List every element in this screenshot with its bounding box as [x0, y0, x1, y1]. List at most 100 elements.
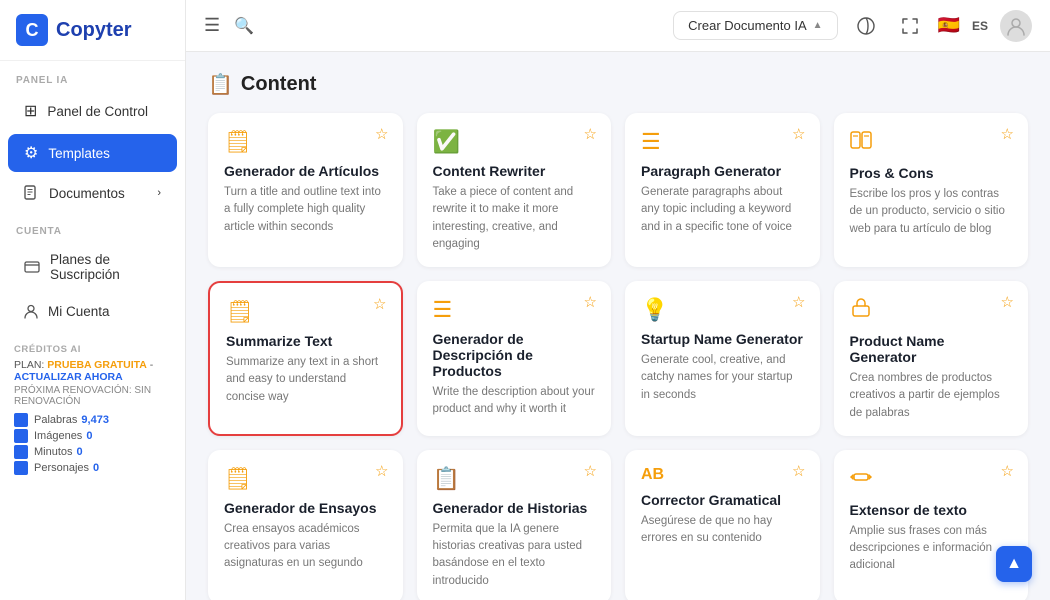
credit-row-minutos: Minutos 0 — [14, 445, 171, 459]
hamburger-icon[interactable]: ☰ — [204, 15, 220, 36]
star-icon-content-rewriter[interactable]: ☆ — [584, 125, 597, 143]
card-title-corrector-gram: Corrector Gramatical — [641, 492, 804, 508]
language-label[interactable]: ES — [972, 19, 988, 33]
sidebar-item-documentos-label: Documentos — [49, 186, 125, 201]
cuenta-section-label: CUENTA — [0, 212, 185, 241]
star-icon-gen-historias[interactable]: ☆ — [584, 462, 597, 480]
star-icon-gen-descripcion[interactable]: ☆ — [584, 293, 597, 311]
card-icon-content-rewriter: ✅ — [433, 129, 596, 155]
search-icon[interactable]: 🔍 — [234, 16, 254, 36]
card-gen-ensayos[interactable]: ☆ 🗒 Generador de Ensayos Crea ensayos ac… — [208, 450, 403, 600]
card-desc-pros-cons: Escribe los pros y los contras de un pro… — [850, 186, 1013, 238]
sidebar-item-micuenta-label: Mi Cuenta — [48, 304, 110, 319]
plan-line: PLAN: PRUEBA GRATUITA - ACTUALIZAR AHORA — [14, 359, 171, 383]
credits-label: CRÉDITOS AI — [14, 344, 171, 355]
minutos-icon — [14, 445, 28, 459]
card-icon-gen-descripcion: ☰ — [433, 297, 596, 323]
card-title-gen-ensayos: Generador de Ensayos — [224, 500, 387, 516]
card-startup-name[interactable]: ☆ 💡 Startup Name Generator Generate cool… — [625, 281, 820, 436]
caret-up-icon: ▲ — [813, 20, 823, 31]
card-icon-product-name — [850, 297, 1013, 325]
card-desc-gen-ensayos: Crea ensayos académicos creativos para v… — [224, 521, 387, 573]
theme-toggle-button[interactable] — [850, 10, 882, 42]
fullscreen-icon[interactable] — [894, 10, 926, 42]
cards-row-1: ☆ 🗒 Generador de Artículos Turn a title … — [208, 113, 1028, 267]
card-summarize-text[interactable]: ☆ 🗒 Summarize Text Summarize any text in… — [208, 281, 403, 436]
star-icon-startup-name[interactable]: ☆ — [792, 293, 805, 311]
card-icon-paragraph-gen: ☰ — [641, 129, 804, 155]
credit-row-personajes: Personajes 0 — [14, 461, 171, 475]
imagenes-label: Imágenes — [34, 430, 82, 442]
chevron-right-icon: › — [157, 187, 161, 199]
scroll-to-top-button[interactable]: ▲ — [996, 546, 1032, 582]
card-desc-summarize-text: Summarize any text in a short and easy t… — [226, 354, 385, 406]
scroll-up-icon: ▲ — [1006, 555, 1022, 573]
content-section-title: Content — [241, 73, 317, 96]
sidebar-item-panel-label: Panel de Control — [47, 104, 148, 119]
card-pros-cons[interactable]: ☆ Pros & Cons Escribe los pros y los con… — [834, 113, 1029, 267]
card-title-startup-name: Startup Name Generator — [641, 331, 804, 347]
minutos-label: Minutos — [34, 446, 73, 458]
renovacion-line: PRÓXIMA RENOVACIÓN: SIN RENOVACIÓN — [14, 385, 171, 407]
credits-section: CRÉDITOS AI PLAN: PRUEBA GRATUITA - ACTU… — [0, 334, 185, 487]
plan-update-link[interactable]: ACTUALIZAR AHORA — [14, 371, 123, 383]
card-title-gen-descripcion: Generador de Descripción de Productos — [433, 331, 596, 379]
cards-row-2: ☆ 🗒 Summarize Text Summarize any text in… — [208, 281, 1028, 436]
card-product-name[interactable]: ☆ Product Name Generator Crea nombres de… — [834, 281, 1029, 436]
card-title-product-name: Product Name Generator — [850, 333, 1013, 365]
plan-sep: - — [150, 359, 154, 371]
logo-name: Copyter — [56, 19, 132, 42]
card-desc-gen-articulos: Turn a title and outline text into a ful… — [224, 184, 387, 236]
cards-row-3: ☆ 🗒 Generador de Ensayos Crea ensayos ac… — [208, 450, 1028, 600]
palabras-icon — [14, 413, 28, 427]
plan-name: PRUEBA GRATUITA — [47, 359, 147, 371]
logo-area: C Copyter — [0, 0, 185, 61]
credit-row-imagenes: Imágenes 0 — [14, 429, 171, 443]
sidebar-item-panel[interactable]: ⊞ Panel de Control — [8, 92, 177, 130]
card-icon-extensor-texto — [850, 466, 1013, 494]
card-paragraph-gen[interactable]: ☆ ☰ Paragraph Generator Generate paragra… — [625, 113, 820, 267]
logo-box: C — [16, 14, 48, 46]
header: ☰ 🔍 Crear Documento IA ▲ 🇪🇸 ES — [186, 0, 1050, 52]
card-gen-descripcion[interactable]: ☆ ☰ Generador de Descripción de Producto… — [417, 281, 612, 436]
card-gen-articulos[interactable]: ☆ 🗒 Generador de Artículos Turn a title … — [208, 113, 403, 267]
card-desc-gen-descripcion: Write the description about your product… — [433, 384, 596, 419]
sidebar-item-templates[interactable]: ⚙ Templates — [8, 134, 177, 172]
create-document-button[interactable]: Crear Documento IA ▲ — [673, 11, 837, 40]
logo-letter: C — [26, 20, 39, 41]
sidebar-item-planes[interactable]: Planes de Suscripción — [8, 243, 177, 291]
personajes-label: Personajes — [34, 462, 89, 474]
grid-icon: ⊞ — [24, 101, 37, 121]
card-icon — [24, 261, 40, 273]
star-icon-product-name[interactable]: ☆ — [1001, 293, 1014, 311]
card-icon-gen-historias: 📋 — [433, 466, 596, 492]
star-icon-gen-articulos[interactable]: ☆ — [375, 125, 388, 143]
sidebar-item-templates-label: Templates — [48, 146, 110, 161]
card-corrector-gram[interactable]: ☆ AB Corrector Gramatical Asegúrese de q… — [625, 450, 820, 600]
star-icon-extensor-texto[interactable]: ☆ — [1001, 462, 1014, 480]
star-icon-summarize-text[interactable]: ☆ — [373, 295, 386, 313]
star-icon-paragraph-gen[interactable]: ☆ — [792, 125, 805, 143]
credit-row-palabras: Palabras 9,473 — [14, 413, 171, 427]
avatar[interactable] — [1000, 10, 1032, 42]
card-title-extensor-texto: Extensor de texto — [850, 502, 1013, 518]
personajes-icon — [14, 461, 28, 475]
sidebar-item-documentos[interactable]: Documentos › — [8, 176, 177, 210]
minutos-value: 0 — [77, 446, 83, 458]
palabras-value: 9,473 — [81, 414, 109, 426]
card-desc-product-name: Crea nombres de productos creativos a pa… — [850, 370, 1013, 422]
user-icon — [24, 304, 38, 319]
star-icon-corrector-gram[interactable]: ☆ — [792, 462, 805, 480]
card-content-rewriter[interactable]: ☆ ✅ Content Rewriter Take a piece of con… — [417, 113, 612, 267]
card-title-gen-articulos: Generador de Artículos — [224, 163, 387, 179]
star-icon-pros-cons[interactable]: ☆ — [1001, 125, 1014, 143]
star-icon-gen-ensayos[interactable]: ☆ — [375, 462, 388, 480]
card-gen-historias[interactable]: ☆ 📋 Generador de Historias Permita que l… — [417, 450, 612, 600]
card-desc-content-rewriter: Take a piece of content and rewrite it t… — [433, 184, 596, 253]
sidebar-item-micuenta[interactable]: Mi Cuenta — [8, 295, 177, 328]
gear-icon: ⚙ — [24, 143, 38, 163]
imagenes-value: 0 — [86, 430, 92, 442]
card-icon-gen-articulos: 🗒 — [224, 129, 387, 155]
card-desc-corrector-gram: Asegúrese de que no hay errores en su co… — [641, 513, 804, 548]
main-content: 📋 Content ☆ 🗒 Generador de Artículos Tur… — [186, 52, 1050, 600]
